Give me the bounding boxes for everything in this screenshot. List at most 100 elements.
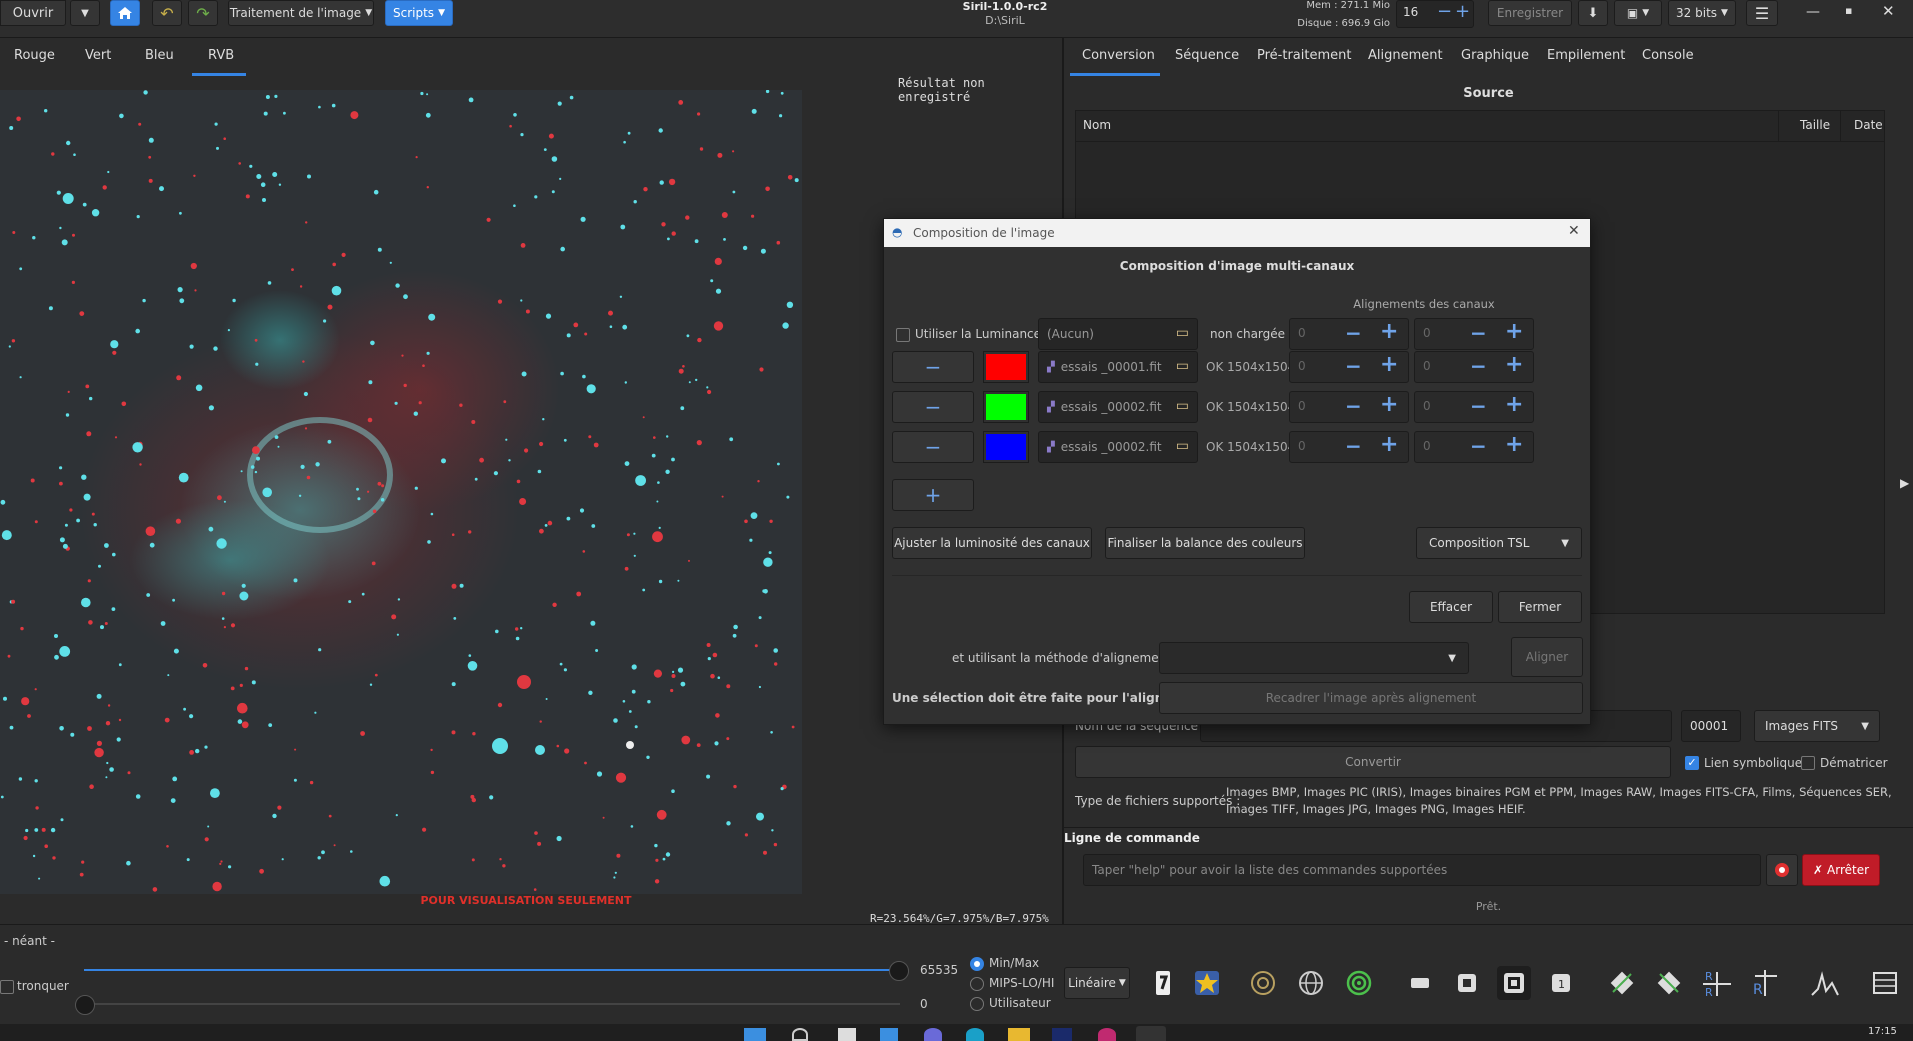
histogram-icon[interactable] bbox=[1808, 966, 1842, 1000]
channel-y-spinner[interactable]: 0− + bbox=[1414, 351, 1534, 383]
image-processing-menu[interactable]: Traitement de l'image ▼ bbox=[228, 0, 374, 26]
sequence-number-input[interactable]: 00001 bbox=[1681, 710, 1741, 742]
tab-green[interactable]: Vert bbox=[85, 48, 111, 63]
app-icon[interactable] bbox=[1052, 1028, 1072, 1041]
star-icon[interactable] bbox=[1190, 966, 1224, 1000]
zoom-one-icon[interactable]: 1 bbox=[1544, 966, 1578, 1000]
luminance-file-button[interactable]: (Aucun) ▭ bbox=[1038, 318, 1198, 350]
edge-icon[interactable] bbox=[966, 1028, 984, 1041]
minus-icon[interactable]: − bbox=[1470, 321, 1487, 345]
minus-icon[interactable]: − bbox=[1470, 434, 1487, 458]
col-size[interactable]: Taille bbox=[1800, 118, 1830, 132]
max-slider-handle[interactable] bbox=[889, 961, 909, 981]
globe-icon[interactable] bbox=[1294, 966, 1328, 1000]
close-window-button[interactable]: ✕ bbox=[1882, 2, 1895, 20]
fit-window-icon[interactable] bbox=[1450, 966, 1484, 1000]
galaxy-icon[interactable] bbox=[1246, 966, 1280, 1000]
minmax-radio[interactable] bbox=[970, 957, 984, 971]
plus-icon[interactable]: + bbox=[1505, 352, 1523, 377]
use-luminance-checkbox[interactable] bbox=[896, 328, 910, 342]
target-icon[interactable] bbox=[1342, 966, 1376, 1000]
align-button[interactable]: Aligner bbox=[1511, 637, 1583, 677]
minus-icon[interactable]: − bbox=[1345, 434, 1362, 458]
remove-channel-button[interactable]: − bbox=[892, 431, 974, 463]
remove-channel-button[interactable]: − bbox=[892, 351, 974, 383]
truncate-checkbox[interactable] bbox=[0, 980, 14, 994]
clear-command-button[interactable] bbox=[1766, 854, 1798, 886]
plus-icon[interactable]: + bbox=[1380, 432, 1398, 457]
command-input[interactable]: Taper "help" pour avoir la liste des com… bbox=[1083, 854, 1761, 886]
demosaic-checkbox[interactable] bbox=[1801, 756, 1815, 770]
windows-start-icon[interactable] bbox=[744, 1028, 766, 1041]
channel-file-button[interactable]: ▞ essais _00002.fit ▭ bbox=[1038, 391, 1198, 423]
rotate-right-icon[interactable] bbox=[1652, 966, 1686, 1000]
tab-red[interactable]: Rouge bbox=[14, 48, 55, 63]
zoom-fit-icon[interactable] bbox=[1497, 966, 1531, 1000]
tab-console[interactable]: Console bbox=[1642, 48, 1694, 63]
add-channel-button[interactable]: + bbox=[892, 479, 974, 511]
symlink-checkbox[interactable]: ✓ bbox=[1685, 756, 1699, 770]
channel-y-spinner[interactable]: 0− + bbox=[1414, 431, 1534, 463]
scale-select[interactable]: Linéaire ▼ bbox=[1064, 967, 1130, 999]
rotate-left-icon[interactable] bbox=[1605, 966, 1639, 1000]
close-icon[interactable]: ✕ bbox=[1568, 223, 1580, 239]
plus-icon[interactable]: + bbox=[1505, 319, 1523, 344]
clear-button[interactable]: Effacer bbox=[1409, 591, 1493, 623]
mips-radio[interactable] bbox=[970, 977, 984, 991]
negative-view-icon[interactable] bbox=[1146, 966, 1180, 1000]
close-button[interactable]: Fermer bbox=[1498, 591, 1582, 623]
bit-depth-menu[interactable]: 32 bits ▼ bbox=[1668, 0, 1736, 26]
app-icon[interactable] bbox=[1098, 1028, 1116, 1041]
convert-button[interactable]: Convertir bbox=[1075, 746, 1671, 778]
tab-registration[interactable]: Alignement bbox=[1368, 48, 1443, 63]
open-button[interactable]: Ouvrir bbox=[0, 0, 66, 26]
tab-stacking[interactable]: Empilement bbox=[1547, 48, 1625, 63]
col-date[interactable]: Date bbox=[1854, 118, 1883, 132]
search-icon[interactable] bbox=[792, 1028, 808, 1041]
channel-x-spinner[interactable]: 0− + bbox=[1289, 351, 1409, 383]
channel-color-swatch[interactable] bbox=[983, 391, 1029, 423]
channel-x-spinner[interactable]: 0− + bbox=[1289, 391, 1409, 423]
channel-y-spinner[interactable]: 0− + bbox=[1414, 391, 1534, 423]
stop-button[interactable]: ✗ Arrêter bbox=[1802, 854, 1880, 886]
crop-icon[interactable] bbox=[1403, 966, 1437, 1000]
col-name[interactable]: Nom bbox=[1083, 118, 1111, 132]
minus-icon[interactable]: − bbox=[1345, 321, 1362, 345]
tab-rgb[interactable]: RVB bbox=[208, 48, 234, 63]
minus-icon[interactable]: − bbox=[1437, 1, 1452, 22]
redo-button[interactable]: ↷ bbox=[188, 0, 218, 26]
adjust-brightness-button[interactable]: Ajuster la luminosité des canaux bbox=[892, 527, 1092, 559]
output-type-select[interactable]: Images FITS ▼ bbox=[1754, 710, 1880, 742]
minus-icon[interactable]: − bbox=[1470, 354, 1487, 378]
channel-file-button[interactable]: ▞ essais _00002.fit ▭ bbox=[1038, 431, 1198, 463]
channel-color-swatch[interactable] bbox=[983, 351, 1029, 383]
composition-mode-select[interactable]: Composition TSL ▼ bbox=[1416, 527, 1582, 559]
recent-dropdown-button[interactable]: ▼ bbox=[70, 0, 100, 26]
max-slider-track[interactable] bbox=[84, 969, 900, 971]
task-view-icon[interactable] bbox=[838, 1028, 856, 1041]
plus-icon[interactable]: + bbox=[1505, 432, 1523, 457]
remove-channel-button[interactable]: − bbox=[892, 391, 974, 423]
maximize-button[interactable]: ▪ bbox=[1845, 4, 1852, 17]
save-button[interactable]: Enregistrer bbox=[1488, 0, 1572, 26]
recenter-button[interactable]: Recadrer l'image après alignement bbox=[1159, 682, 1583, 714]
minus-icon[interactable]: − bbox=[1345, 354, 1362, 378]
min-slider-track[interactable] bbox=[84, 1003, 900, 1005]
channel-x-spinner[interactable]: 0− + bbox=[1289, 431, 1409, 463]
channel-color-swatch[interactable] bbox=[983, 431, 1029, 463]
collapse-arrow-icon[interactable]: ▶ bbox=[1900, 476, 1909, 490]
teams-icon[interactable] bbox=[924, 1028, 942, 1041]
threads-spinner[interactable]: 16 − + bbox=[1396, 0, 1474, 28]
widgets-icon[interactable] bbox=[880, 1028, 898, 1041]
minus-icon[interactable]: − bbox=[1470, 394, 1487, 418]
mirror-y-icon[interactable]: R bbox=[1748, 966, 1782, 1000]
minus-icon[interactable]: − bbox=[1345, 394, 1362, 418]
plus-icon[interactable]: + bbox=[1380, 392, 1398, 417]
plus-icon[interactable]: + bbox=[1380, 319, 1398, 344]
tab-blue[interactable]: Bleu bbox=[145, 48, 174, 63]
lum-x-spinner[interactable]: 0− + bbox=[1289, 318, 1409, 350]
user-radio[interactable] bbox=[970, 997, 984, 1011]
minimize-button[interactable]: — bbox=[1806, 4, 1820, 20]
channel-file-button[interactable]: ▞ essais _00001.fit ▭ bbox=[1038, 351, 1198, 383]
plus-icon[interactable]: + bbox=[1505, 392, 1523, 417]
